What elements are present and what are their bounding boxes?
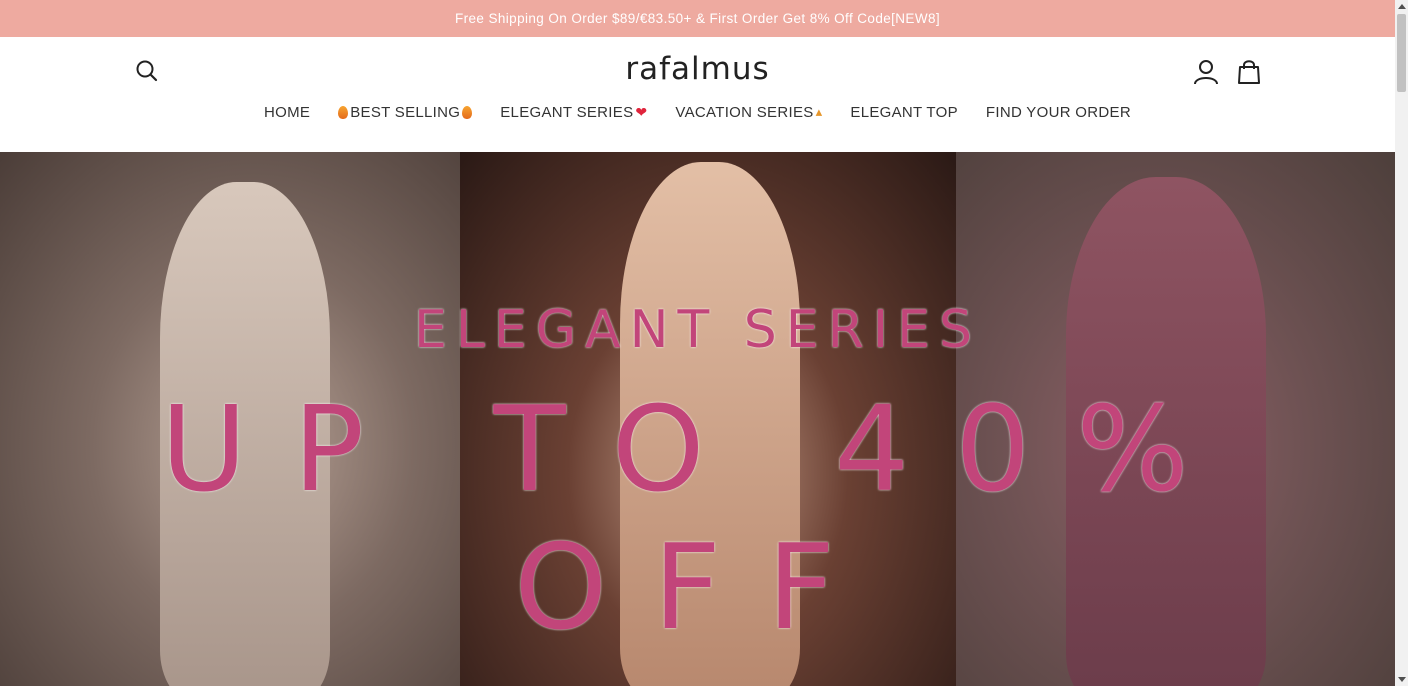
- hero-title: ELEGANT SERIES: [414, 300, 981, 360]
- announcement-bar: Free Shipping On Order $89/€83.50+ & Fir…: [0, 0, 1395, 37]
- user-icon: [1194, 60, 1218, 85]
- fire-icon: [338, 105, 349, 119]
- hero-offer-text: UP TO 40% OFF: [160, 380, 1235, 656]
- nav-item-label: ELEGANT TOP: [850, 103, 958, 121]
- account-button[interactable]: [1193, 59, 1219, 85]
- nav-item-elegant-series[interactable]: ELEGANT SERIES ❤: [500, 100, 647, 124]
- heart-icon: ❤: [635, 103, 648, 120]
- shopping-bag-icon: [1238, 60, 1260, 84]
- nav-item-label: FIND YOUR ORDER: [985, 103, 1131, 121]
- site-logo[interactable]: rafalmus: [0, 51, 1395, 87]
- scroll-up-arrow-icon[interactable]: [1398, 4, 1406, 9]
- nav-item-home[interactable]: HOME: [264, 100, 310, 124]
- nav-item-elegant-top[interactable]: ELEGANT TOP: [850, 100, 958, 124]
- announcement-text: Free Shipping On Order $89/€83.50+ & Fir…: [454, 11, 941, 26]
- cart-button[interactable]: [1237, 59, 1261, 85]
- main-nav: HOME BEST SELLING ELEGANT SERIES ❤ VACAT…: [0, 100, 1395, 124]
- nav-item-label: BEST SELLING: [350, 103, 461, 121]
- nav-item-label: VACATION SERIES: [675, 103, 814, 121]
- party-popper-icon: ▴: [815, 104, 823, 119]
- nav-item-best-selling[interactable]: BEST SELLING: [338, 100, 473, 124]
- page-scrollbar[interactable]: [1395, 0, 1408, 686]
- nav-item-find-your-order[interactable]: FIND YOUR ORDER: [986, 100, 1131, 124]
- site-header: rafalmus HOME BEST SELLING ELEGANT SERIE…: [0, 37, 1395, 152]
- nav-item-label: ELEGANT SERIES: [500, 103, 634, 121]
- fire-icon: [462, 105, 473, 119]
- scroll-down-arrow-icon[interactable]: [1398, 677, 1406, 682]
- nav-item-label: HOME: [264, 103, 311, 121]
- hero-banner[interactable]: ELEGANT SERIES UP TO 40% OFF: [0, 152, 1395, 686]
- scrollbar-thumb[interactable]: [1397, 14, 1406, 92]
- nav-item-vacation-series[interactable]: VACATION SERIES ▴: [675, 100, 822, 124]
